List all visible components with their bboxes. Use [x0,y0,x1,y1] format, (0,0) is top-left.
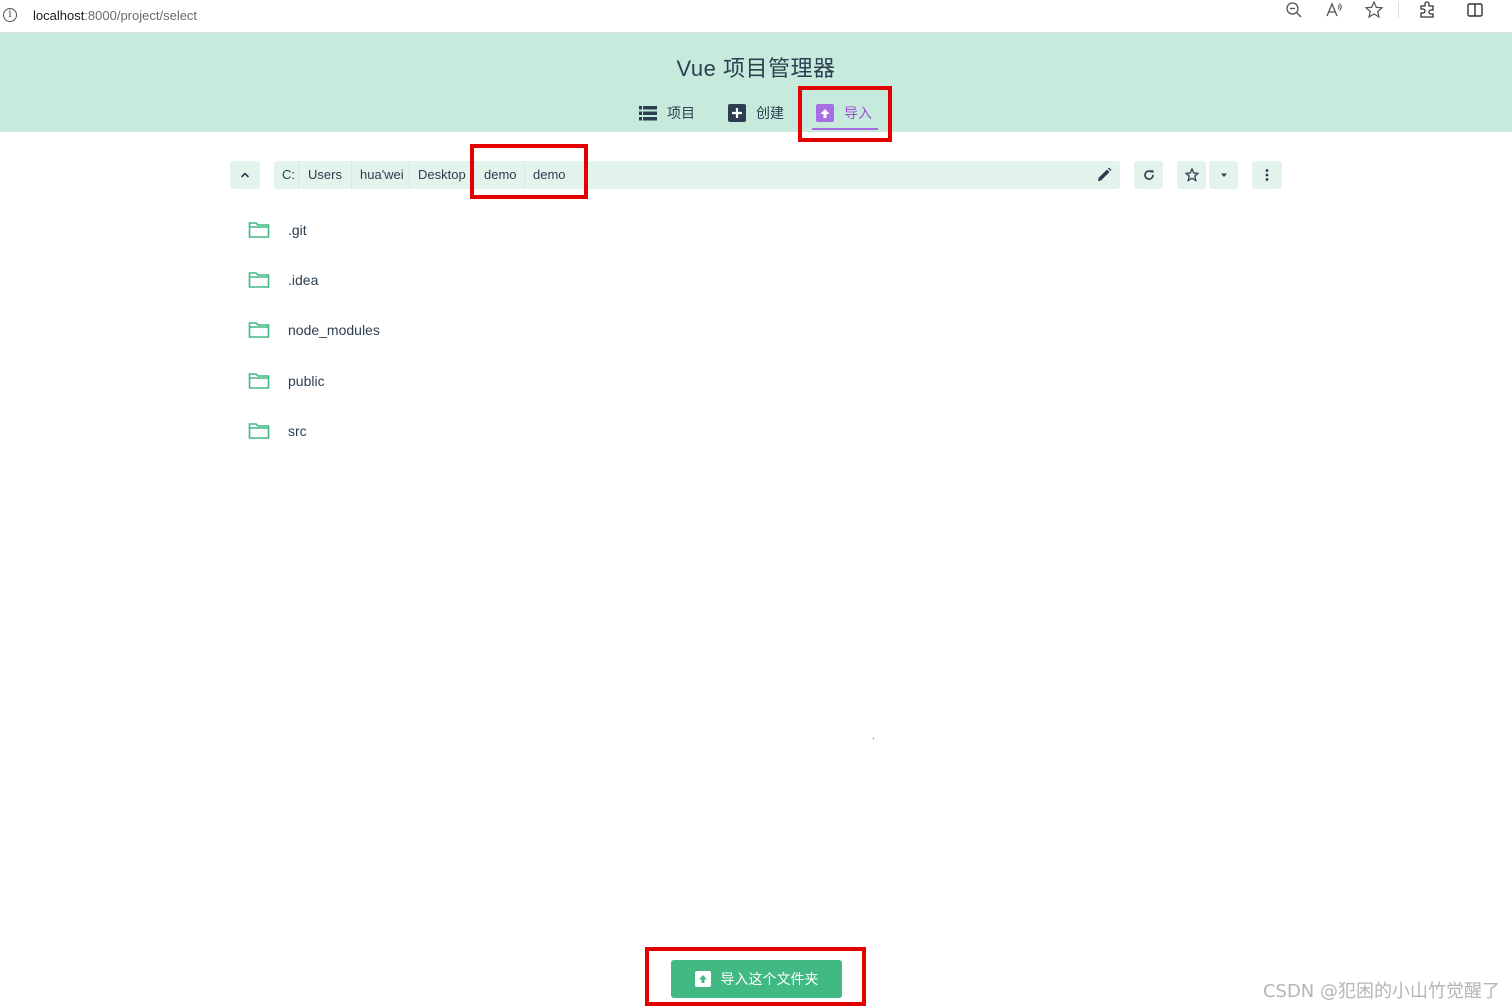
tab-projects-label: 项目 [667,105,695,121]
browser-address-bar: i localhost:8000/project/select [0,0,1512,33]
plus-box-icon [728,104,746,122]
url-host: localhost [33,8,85,23]
star-outline-icon [1184,168,1199,182]
favorite-button[interactable] [1177,161,1206,189]
edit-path-icon[interactable] [1094,165,1114,185]
tab-import-label: 导入 [844,105,872,121]
import-icon [694,971,711,987]
favorite-star-icon[interactable] [1364,0,1384,20]
folder-name: src [288,423,307,439]
tab-import[interactable]: 导入 [812,98,878,130]
refresh-icon [1143,170,1154,180]
main-tabs: 项目 创建 导入 [0,98,1512,132]
folder-name: node_modules [288,322,380,338]
extensions-icon[interactable] [1417,0,1437,20]
folder-up-button[interactable] [230,161,260,189]
folder-row[interactable]: .idea [230,260,1282,300]
toolbar-divider [1398,2,1399,18]
page-title: Vue 项目管理器 [676,56,836,81]
folder-icon [248,222,270,238]
url-field[interactable]: localhost:8000/project/select [33,8,197,23]
path-crumb-desktop[interactable]: Desktop [410,161,473,189]
favorites-dropdown-button[interactable] [1209,161,1238,189]
zoom-out-icon[interactable] [1284,0,1304,20]
stray-dot [873,738,874,739]
import-folder-button[interactable]: 导入这个文件夹 [671,960,842,998]
tab-create-label: 创建 [756,105,784,121]
path-crumb-users[interactable]: Users [300,161,352,189]
caret-down-icon [1220,173,1227,177]
path-crumb-drive[interactable]: C: [274,161,299,189]
tab-create[interactable]: 创建 [728,98,784,128]
chevron-up-icon [240,172,250,178]
folder-icon [248,423,270,439]
folder-icon [248,373,270,389]
path-crumb-demo-current[interactable]: demo [525,161,574,189]
app-header: Vue 项目管理器 项目 创建 导入 [0,33,1512,132]
folder-row[interactable]: public [230,361,1282,401]
split-screen-icon[interactable] [1465,0,1485,20]
path-crumb-user[interactable]: hua'wei [352,161,410,189]
path-breadcrumb: C: Users hua'wei Desktop demo demo [274,161,1120,189]
folder-icon [248,272,270,288]
import-icon [816,104,834,122]
tab-projects[interactable]: 项目 [639,98,695,128]
list-icon [639,104,657,122]
watermark: CSDN @犯困的小山竹觉醒了 [1262,981,1500,1002]
import-folder-label: 导入这个文件夹 [720,971,819,987]
url-path: :8000/project/select [84,8,198,23]
folder-name: .idea [288,272,319,288]
folder-name: .git [288,222,307,238]
folder-row[interactable]: .git [230,210,1282,250]
site-info-icon[interactable]: i [3,8,17,22]
folder-icon [248,322,270,338]
more-options-button[interactable] [1252,161,1282,189]
folder-row[interactable]: node_modules [230,310,1282,350]
path-crumb-demo[interactable]: demo [476,161,525,189]
folder-name: public [288,373,325,389]
folder-row[interactable]: src [230,411,1282,451]
refresh-button[interactable] [1134,161,1163,189]
read-aloud-icon[interactable] [1324,0,1344,20]
more-vertical-icon [1265,169,1269,181]
